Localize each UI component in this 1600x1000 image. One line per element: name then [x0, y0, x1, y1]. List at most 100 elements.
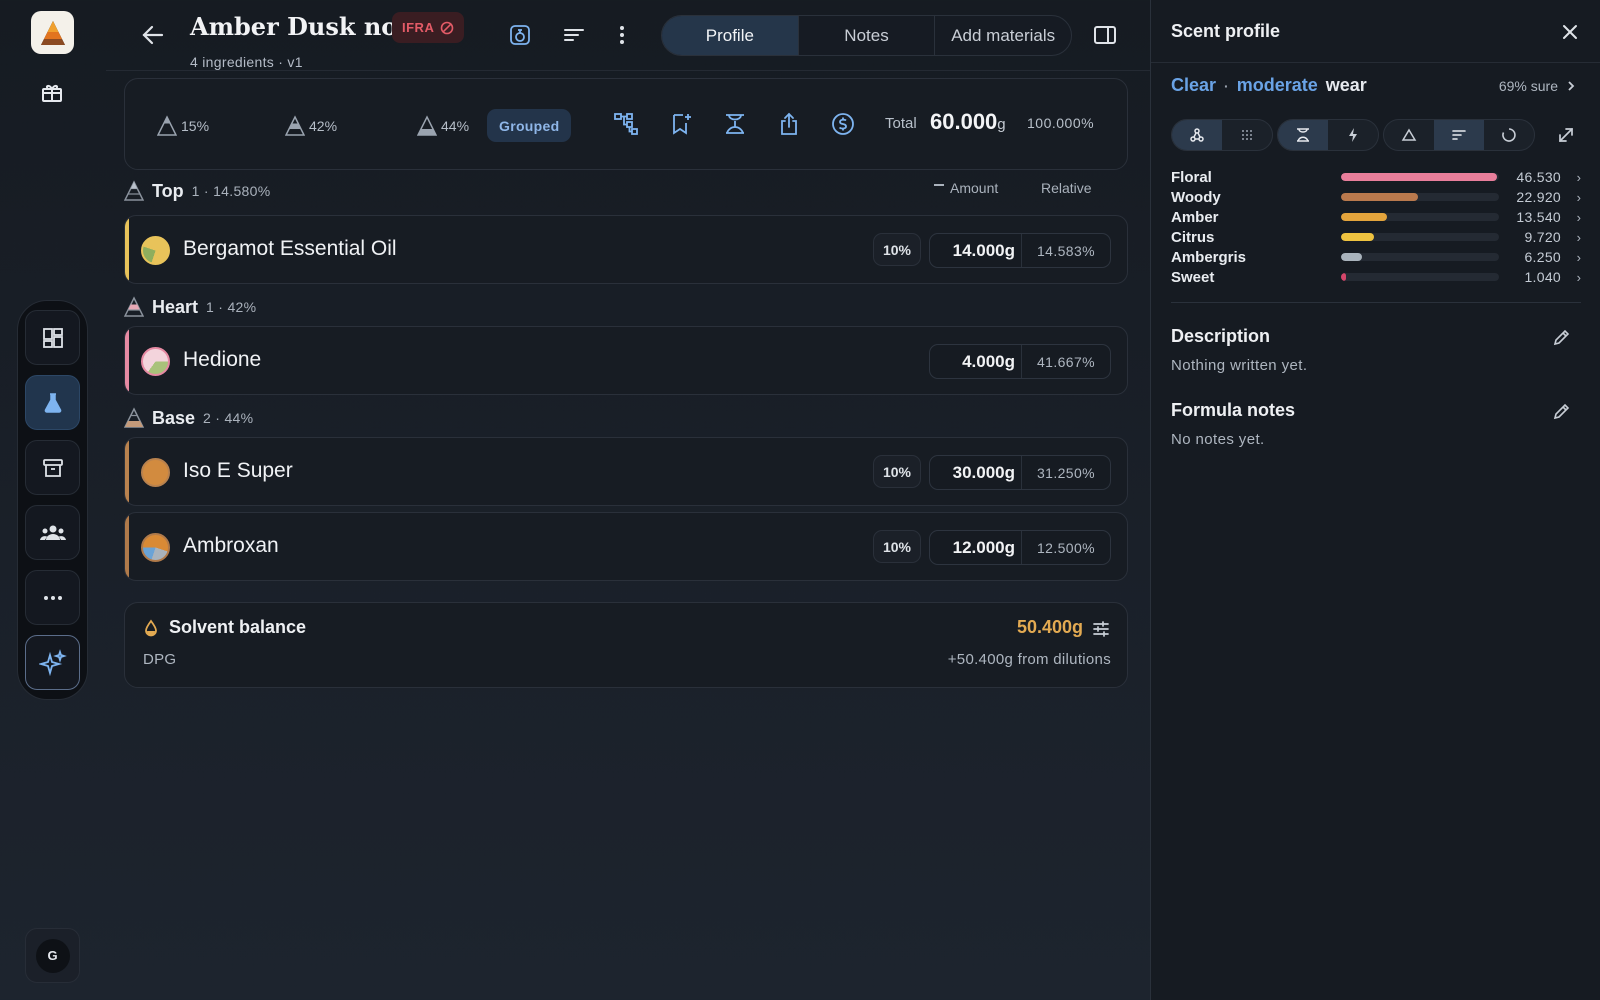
- relative-value: 31.250%: [1036, 464, 1096, 481]
- note-color-strip: [125, 513, 129, 580]
- ingredient-row-ambroxan[interactable]: Ambroxan 10% 12.000g 12.500%: [124, 512, 1128, 581]
- accord-row-sweet[interactable]: Sweet 1.040 ›: [1171, 267, 1581, 287]
- accord-row-ambergris[interactable]: Ambergris 6.250 ›: [1171, 247, 1581, 267]
- note-color-strip: [125, 438, 129, 505]
- edit-notes-icon[interactable]: [1552, 401, 1572, 421]
- sparkle-icon: [38, 648, 67, 676]
- sort-lines-icon: [564, 29, 584, 41]
- pyramid-logo-icon: [40, 20, 65, 45]
- grouped-toggle[interactable]: Grouped: [487, 109, 572, 142]
- dot-grid-icon: [1242, 130, 1252, 140]
- amount-field[interactable]: 14.000g 14.583%: [929, 233, 1111, 268]
- ingredient-row-bergamot[interactable]: Bergamot Essential Oil 10% 14.000g 14.58…: [124, 215, 1128, 284]
- note-color-strip: [125, 327, 129, 394]
- material-color-icon: [141, 236, 170, 265]
- left-rail: G: [0, 0, 106, 1000]
- description-title: Description: [1171, 326, 1271, 346]
- wheel-chart-button[interactable]: [1484, 120, 1534, 150]
- solvent-amount[interactable]: 50.400g: [1017, 617, 1083, 638]
- pyramid-chart-button[interactable]: [1384, 120, 1434, 150]
- dilution-badge[interactable]: 10%: [873, 455, 921, 488]
- side-panel-toggle-icon[interactable]: [1092, 22, 1118, 48]
- accord-bar-track: [1341, 253, 1499, 261]
- accord-divider: [1171, 302, 1581, 303]
- dilution-badge[interactable]: 10%: [873, 233, 921, 266]
- amount-value[interactable]: 4.000g: [930, 345, 1022, 378]
- accord-row-amber[interactable]: Amber 13.540 ›: [1171, 207, 1581, 227]
- adjust-sliders-icon[interactable]: [1091, 619, 1111, 639]
- amount-field[interactable]: 30.000g 31.250%: [929, 455, 1111, 490]
- accord-bar-fill: [1341, 213, 1387, 221]
- kebab-menu-icon: [620, 26, 624, 44]
- ifra-status-badge[interactable]: IFRA: [392, 12, 465, 43]
- amount-value[interactable]: 14.000g: [930, 234, 1022, 267]
- accord-row-woody[interactable]: Woody 22.920 ›: [1171, 187, 1581, 207]
- solvent-note: +50.400g from dilutions: [947, 651, 1111, 668]
- accord-bar-track: [1341, 173, 1499, 181]
- scent-profile-panel: Scent profile Clear · moderate wear 69% …: [1150, 0, 1600, 1000]
- tab-notes[interactable]: Notes: [799, 16, 936, 55]
- confidence-link[interactable]: 69% sure: [1499, 78, 1576, 94]
- grid-view-button[interactable]: [1222, 120, 1272, 150]
- rail-formulas-button[interactable]: [25, 375, 80, 430]
- back-arrow-icon[interactable]: [140, 22, 166, 48]
- accord-bar-track: [1341, 273, 1499, 281]
- rail-archive-button[interactable]: [25, 440, 80, 495]
- ingredient-name: Hedione: [183, 348, 262, 371]
- bottle-button[interactable]: [507, 22, 533, 48]
- pyramid-top-icon: [124, 180, 144, 201]
- accord-bar-fill: [1341, 273, 1346, 281]
- lightning-icon: [1349, 128, 1357, 142]
- amount-field[interactable]: 12.000g 12.500%: [929, 530, 1111, 565]
- dilution-badge[interactable]: 10%: [873, 530, 921, 563]
- bookmark-add-icon[interactable]: [668, 111, 694, 137]
- view-tabs: Profile Notes Add materials: [661, 15, 1072, 56]
- molecule-view-button[interactable]: [1172, 120, 1222, 150]
- share-icon[interactable]: [776, 111, 802, 137]
- amount-value[interactable]: 30.000g: [930, 456, 1022, 489]
- edit-description-icon[interactable]: [1552, 327, 1572, 347]
- evaporation-view-button[interactable]: [1278, 120, 1328, 150]
- ingredient-row-iso-e-super[interactable]: Iso E Super 10% 30.000g 31.250%: [124, 437, 1128, 506]
- chevron-right-icon: ›: [1576, 249, 1581, 265]
- app-logo[interactable]: [31, 11, 74, 54]
- amount-column-header[interactable]: Amount: [934, 180, 998, 196]
- chevron-right-icon: ›: [1576, 169, 1581, 185]
- pyramid-base-icon: [417, 115, 437, 136]
- pyramid-top-icon: [157, 115, 177, 136]
- archive-icon: [42, 458, 63, 477]
- rail-ai-button[interactable]: [25, 635, 80, 690]
- top-note-stat: 15%: [157, 115, 209, 137]
- formula-notes-title: Formula notes: [1171, 400, 1296, 420]
- total-weight: 60.000g: [930, 109, 1006, 134]
- hierarchy-icon[interactable]: [613, 111, 639, 137]
- accord-row-floral[interactable]: Floral 46.530 ›: [1171, 167, 1581, 187]
- rail-people-button[interactable]: [25, 505, 80, 560]
- ingredient-name: Iso E Super: [183, 459, 293, 482]
- gift-icon[interactable]: [40, 80, 64, 104]
- accord-bar-fill: [1341, 233, 1375, 241]
- amount-value[interactable]: 12.000g: [930, 531, 1022, 564]
- more-options-button[interactable]: [609, 22, 635, 48]
- expand-icon[interactable]: [1556, 125, 1576, 145]
- tab-add-materials[interactable]: Add materials: [935, 16, 1071, 55]
- amount-field[interactable]: 4.000g 41.667%: [929, 344, 1111, 379]
- accord-row-citrus[interactable]: Citrus 9.720 ›: [1171, 227, 1581, 247]
- solvent-title: Solvent balance: [143, 617, 306, 638]
- rail-more-button[interactable]: [25, 570, 80, 625]
- sort-button[interactable]: [561, 22, 587, 48]
- formula-subtitle: 4 ingredients · v1: [190, 54, 303, 70]
- chevron-right-icon: ›: [1576, 229, 1581, 245]
- prohibited-icon: [441, 21, 454, 34]
- relative-column-header[interactable]: Relative: [1041, 180, 1092, 196]
- bar-chart-button[interactable]: [1434, 120, 1484, 150]
- evaporation-icon[interactable]: [722, 111, 748, 137]
- accord-bar-fill: [1341, 253, 1362, 261]
- ingredient-row-hedione[interactable]: Hedione 4.000g 41.667%: [124, 326, 1128, 395]
- tab-profile[interactable]: Profile: [662, 16, 799, 55]
- user-menu[interactable]: G: [25, 928, 80, 983]
- intensity-view-button[interactable]: [1328, 120, 1378, 150]
- rail-dashboard-button[interactable]: [25, 310, 80, 365]
- close-icon[interactable]: [1558, 20, 1582, 44]
- cost-icon[interactable]: [830, 111, 856, 137]
